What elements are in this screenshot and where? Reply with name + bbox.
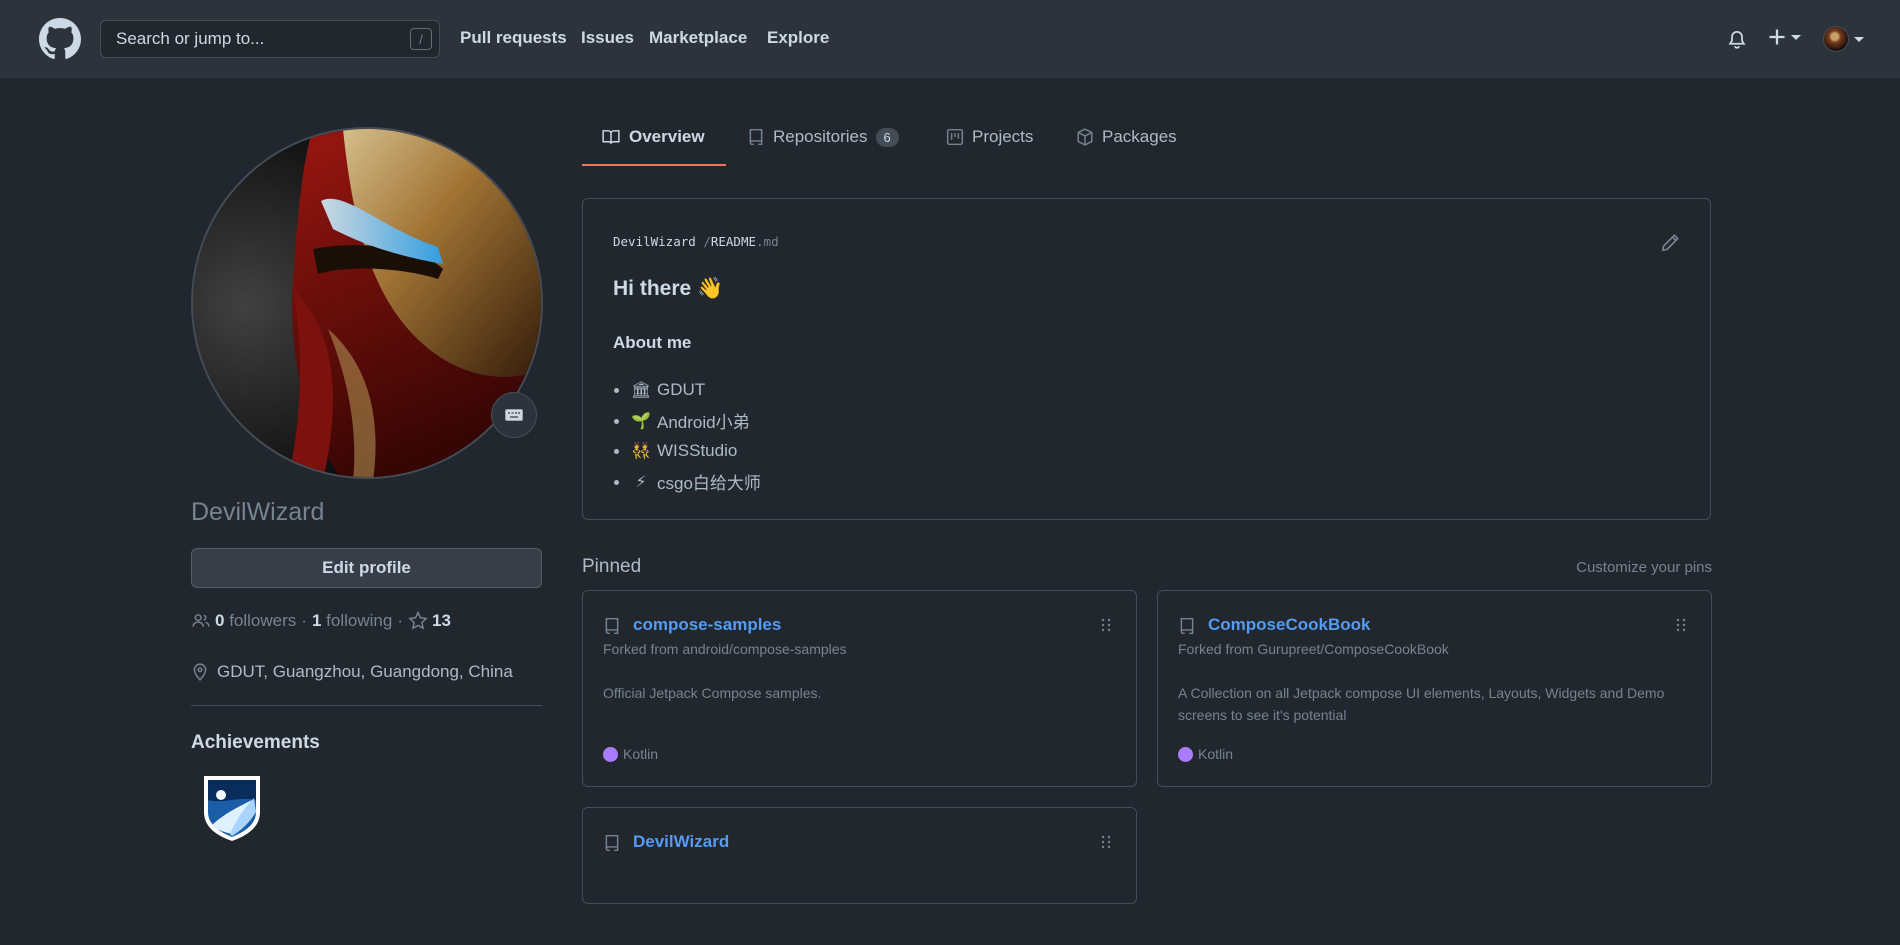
project-icon	[946, 128, 964, 146]
repo-description: A Collection on all Jetpack compose UI e…	[1178, 685, 1665, 723]
list-item: 🌱 Android小弟	[614, 406, 761, 437]
following-link[interactable]: 1 following	[312, 611, 392, 631]
search-placeholder: Search or jump to...	[116, 29, 265, 48]
profile-avatar[interactable]	[191, 127, 543, 479]
plus-icon	[1769, 29, 1785, 45]
readme-path: DevilWizard /README.md	[613, 234, 779, 249]
user-menu-dropdown[interactable]	[1823, 26, 1864, 52]
fork-source: Forked from android/compose-samples	[603, 641, 847, 657]
readme-subheading: About me	[613, 333, 692, 352]
book-icon	[602, 130, 620, 144]
repo-icon	[749, 128, 763, 146]
location-pin-icon	[193, 663, 207, 681]
achievements-title: Achievements	[191, 732, 320, 753]
repo-language: Kotlin	[603, 746, 658, 762]
readme-list: 🏛 GDUT 🌱 Android小弟 👯 WISStudio ⚡ csgo白给大师	[614, 375, 761, 498]
repo-language: Kotlin	[1178, 746, 1233, 762]
repo-icon	[605, 617, 619, 635]
list-item: 🏛 GDUT	[614, 375, 761, 406]
chevron-down-icon	[1854, 36, 1864, 42]
tab-repositories-label: Repositories	[773, 127, 868, 146]
repo-link-composecookbook[interactable]: ComposeCookBook	[1208, 615, 1370, 635]
grabber-icon[interactable]	[1100, 834, 1112, 850]
repo-description: Official Jetpack Compose samples.	[603, 685, 822, 701]
customize-pins-link[interactable]: Customize your pins	[1576, 559, 1712, 576]
tab-packages[interactable]: Packages	[1076, 127, 1177, 147]
tab-repositories[interactable]: Repositories 6	[747, 127, 899, 147]
github-logo-icon[interactable]	[39, 18, 81, 60]
tab-overview-label: Overview	[629, 127, 705, 146]
tab-projects-label: Projects	[972, 127, 1034, 146]
search-shortcut-key: /	[410, 28, 432, 50]
fork-source: Forked from Gurupreet/ComposeCookBook	[1178, 641, 1449, 657]
header-avatar	[1823, 26, 1849, 52]
profile-location: GDUT, Guangzhou, Guangdong, China	[191, 662, 513, 682]
pencil-icon[interactable]	[1660, 233, 1680, 253]
readme-heading: Hi there 👋	[613, 277, 724, 300]
chevron-down-icon	[1791, 34, 1801, 40]
package-icon	[1077, 128, 1093, 146]
grabber-icon[interactable]	[1675, 617, 1687, 633]
stars-count[interactable]: 13	[432, 611, 451, 631]
top-header: Search or jump to... / Pull requests Iss…	[0, 0, 1900, 78]
active-tab-underline	[582, 164, 726, 166]
repo-link-devilwizard[interactable]: DevilWizard	[633, 832, 729, 852]
keyboard-emoji-icon	[505, 409, 523, 421]
readme-owner-link[interactable]: DevilWizard	[613, 234, 696, 249]
repo-icon	[1180, 617, 1194, 635]
ironman-avatar-image	[193, 129, 541, 477]
repo-link-compose-samples[interactable]: compose-samples	[633, 615, 781, 635]
nav-issues[interactable]: Issues	[581, 28, 634, 48]
repositories-counter: 6	[875, 127, 899, 147]
arctic-code-vault-badge-icon[interactable]	[200, 770, 264, 842]
kotlin-language-dot	[603, 746, 618, 762]
set-status-button[interactable]	[491, 392, 537, 438]
list-item: 👯 WISStudio	[614, 436, 761, 467]
follow-stats: 0 followers · 1 following · 13	[191, 611, 451, 631]
readme-path-separator: /	[703, 234, 711, 249]
bell-icon[interactable]	[1727, 29, 1747, 51]
nav-explore[interactable]: Explore	[767, 28, 829, 48]
create-new-dropdown[interactable]	[1767, 27, 1801, 47]
edit-profile-button[interactable]: Edit profile	[191, 548, 542, 588]
readme-file-link[interactable]: README.md	[711, 234, 779, 249]
sidebar-divider	[191, 705, 542, 706]
tab-packages-label: Packages	[1102, 127, 1177, 146]
tab-projects[interactable]: Projects	[946, 127, 1033, 147]
tab-overview[interactable]: Overview	[601, 127, 705, 147]
nav-pull-requests[interactable]: Pull requests	[460, 28, 567, 48]
search-input[interactable]: Search or jump to... /	[100, 20, 440, 58]
pinned-repo-card: compose-samples Forked from android/comp…	[582, 590, 1137, 787]
profile-readme: DevilWizard /README.md Hi there 👋 About …	[582, 198, 1711, 520]
pinned-repo-card: ComposeCookBook Forked from Gurupreet/Co…	[1157, 590, 1712, 787]
pinned-title: Pinned	[582, 556, 642, 577]
star-icon	[408, 611, 428, 630]
pinned-repo-card: DevilWizard	[582, 807, 1137, 904]
people-icon	[192, 614, 210, 627]
location-text: GDUT, Guangzhou, Guangdong, China	[217, 662, 513, 681]
nav-marketplace[interactable]: Marketplace	[649, 28, 747, 48]
list-item: ⚡ csgo白给大师	[614, 467, 761, 498]
profile-avatar-container	[191, 127, 543, 479]
repo-icon	[605, 834, 619, 852]
kotlin-language-dot	[1178, 746, 1193, 762]
profile-username: DevilWizard	[191, 498, 325, 526]
followers-link[interactable]: 0 followers	[215, 611, 296, 631]
grabber-icon[interactable]	[1100, 617, 1112, 633]
